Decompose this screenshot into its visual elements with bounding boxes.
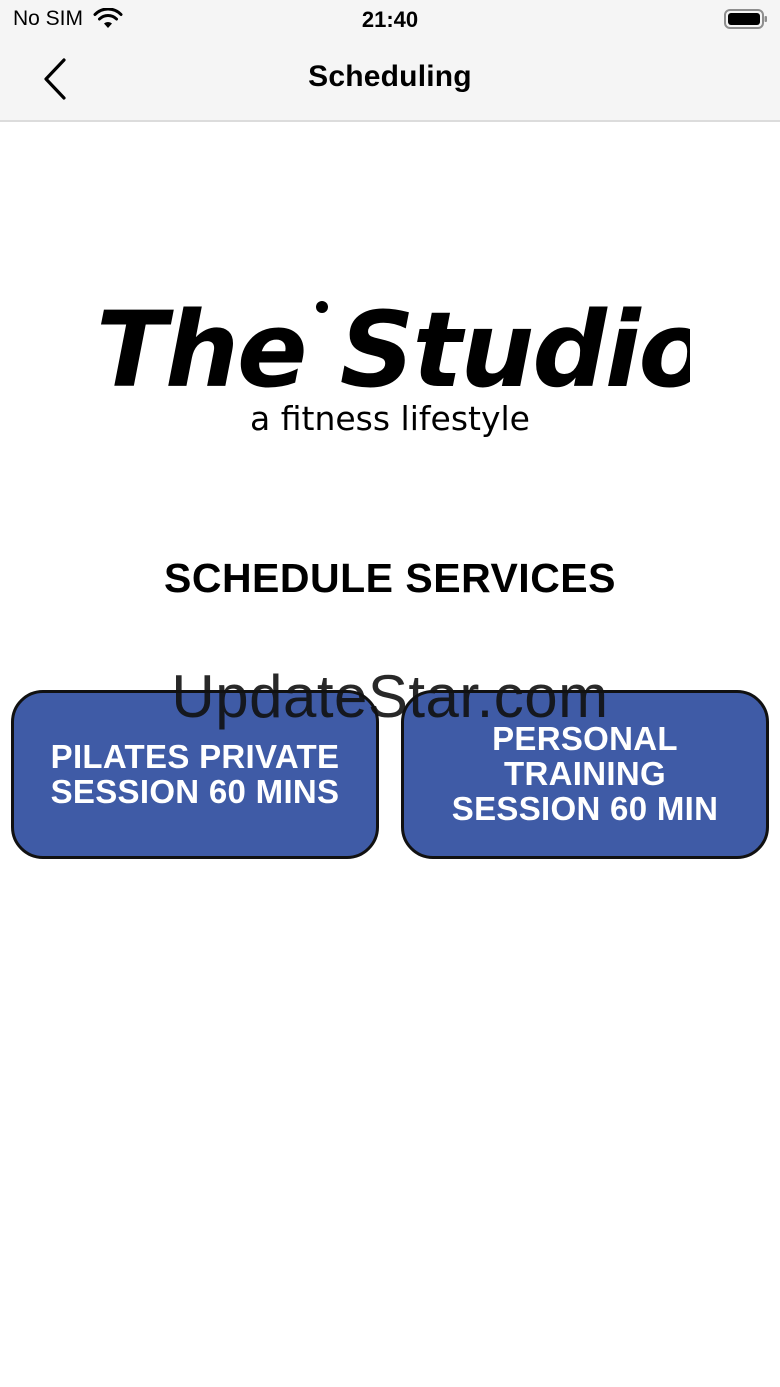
page-title: Scheduling <box>308 60 472 93</box>
personal-training-session-button[interactable]: PERSONAL TRAINING SESSION 60 MIN <box>401 690 769 859</box>
pilates-private-session-label: PILATES PRIVATE SESSION 60 MINS <box>50 737 340 810</box>
battery-icon <box>724 9 767 29</box>
status-bar: No SIM 21:40 <box>0 0 780 40</box>
schedule-services-heading: SCHEDULE SERVICES <box>163 555 616 601</box>
status-time: 21:40 <box>361 7 419 32</box>
studio-logo: The Studio a fitness lifestyle <box>96 290 690 438</box>
pilates-private-session-button[interactable]: PILATES PRIVATE SESSION 60 MINS <box>11 690 379 859</box>
svg-text:a fitness lifestyle: a fitness lifestyle <box>250 399 530 438</box>
personal-training-session-label: PERSONAL TRAINING SESSION 60 MIN <box>451 720 719 827</box>
svg-text:The Studio: The Studio <box>96 290 690 411</box>
navigation-bar: Scheduling <box>0 40 780 122</box>
